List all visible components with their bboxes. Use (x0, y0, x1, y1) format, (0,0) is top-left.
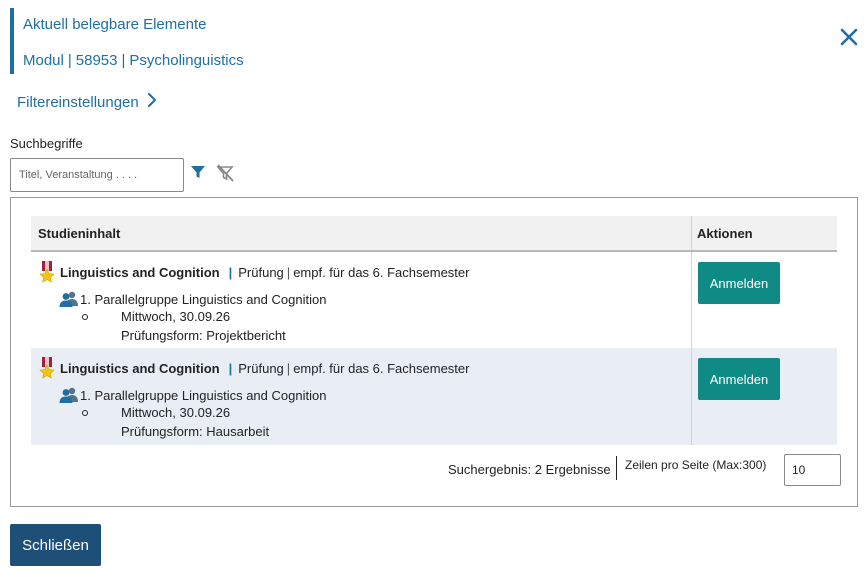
header-aktionen: Aktionen (697, 226, 753, 241)
group-name: 1. Parallelgruppe Linguistics and Cognit… (80, 387, 327, 403)
exam-form: Prüfungsform: Projektbericht (121, 328, 286, 343)
rows-per-page-label: Zeilen pro Seite (Max:300) (625, 458, 767, 472)
filter-icon[interactable] (190, 164, 206, 180)
rows-per-page-input[interactable] (784, 454, 841, 486)
parallel-group: 1. Parallelgruppe Linguistics and Cognit… (59, 387, 326, 403)
register-button[interactable]: Anmelden (698, 262, 780, 304)
column-divider (691, 216, 692, 250)
list-bullet (82, 314, 88, 320)
chevron-right-icon (147, 92, 157, 112)
filter-settings-link[interactable]: Filtereinstellungen (17, 92, 157, 112)
row-title: Linguistics and Cognition | Prüfung | em… (39, 261, 469, 283)
close-button[interactable]: Schließen (10, 524, 101, 566)
table-header: Studieninhalt Aktionen (31, 216, 837, 252)
search-label: Suchbegriffe (10, 136, 83, 151)
course-type: Prüfung (238, 360, 284, 376)
search-input[interactable] (10, 158, 184, 192)
course-recommendation: empf. für das 6. Fachsemester (293, 264, 470, 280)
exam-date: Mittwoch, 30.09.26 (121, 405, 231, 420)
results-count: Suchergebnis: 2 Ergebnisse (448, 462, 611, 477)
group-name: 1. Parallelgruppe Linguistics and Cognit… (80, 291, 327, 307)
footer-divider (616, 456, 617, 480)
exam-form: Prüfungsform: Hausarbeit (121, 424, 270, 439)
header-studieninhalt: Studieninhalt (38, 226, 121, 241)
table-row: Linguistics and Cognition | Prüfung | em… (31, 348, 837, 445)
module-number: 58953 (75, 52, 118, 69)
course-recommendation: empf. für das 6. Fachsemester (293, 360, 470, 376)
column-divider (691, 348, 692, 445)
filter-settings-label: Filtereinstellungen (17, 93, 139, 111)
module-name: Psycholinguistics (129, 52, 244, 69)
award-icon (39, 357, 55, 379)
course-name: Linguistics and Cognition (60, 264, 220, 280)
course-name: Linguistics and Cognition (60, 360, 220, 376)
list-bullet (82, 410, 88, 416)
dialog-header: Aktuell belegbare Elemente Modul | 58953 | P… (10, 8, 858, 74)
parallel-group: 1. Parallelgruppe Linguistics and Cognit… (59, 291, 326, 307)
exam-date: Mittwoch, 30.09.26 (121, 309, 231, 324)
award-icon (39, 261, 55, 283)
results-table: Studieninhalt Aktionen Linguistics and C… (31, 216, 837, 445)
filter-off-icon[interactable] (215, 163, 235, 183)
register-button[interactable]: Anmelden (698, 358, 780, 400)
dialog-title: Aktuell belegbare Elemente (23, 16, 207, 33)
table-row: Linguistics and Cognition | Prüfung | em… (31, 252, 837, 348)
header-accent-bar (10, 8, 14, 74)
module-breadcrumb: Modul | 58953 | Psycholinguistics (23, 52, 244, 69)
course-type: Prüfung (238, 264, 284, 280)
group-icon (59, 387, 79, 403)
row-title: Linguistics and Cognition | Prüfung | em… (39, 357, 469, 379)
group-icon (59, 291, 79, 307)
close-icon[interactable] (838, 26, 860, 48)
module-label: Modul (23, 52, 64, 69)
column-divider (691, 252, 692, 348)
results-panel: Studieninhalt Aktionen Linguistics and C… (10, 197, 858, 507)
